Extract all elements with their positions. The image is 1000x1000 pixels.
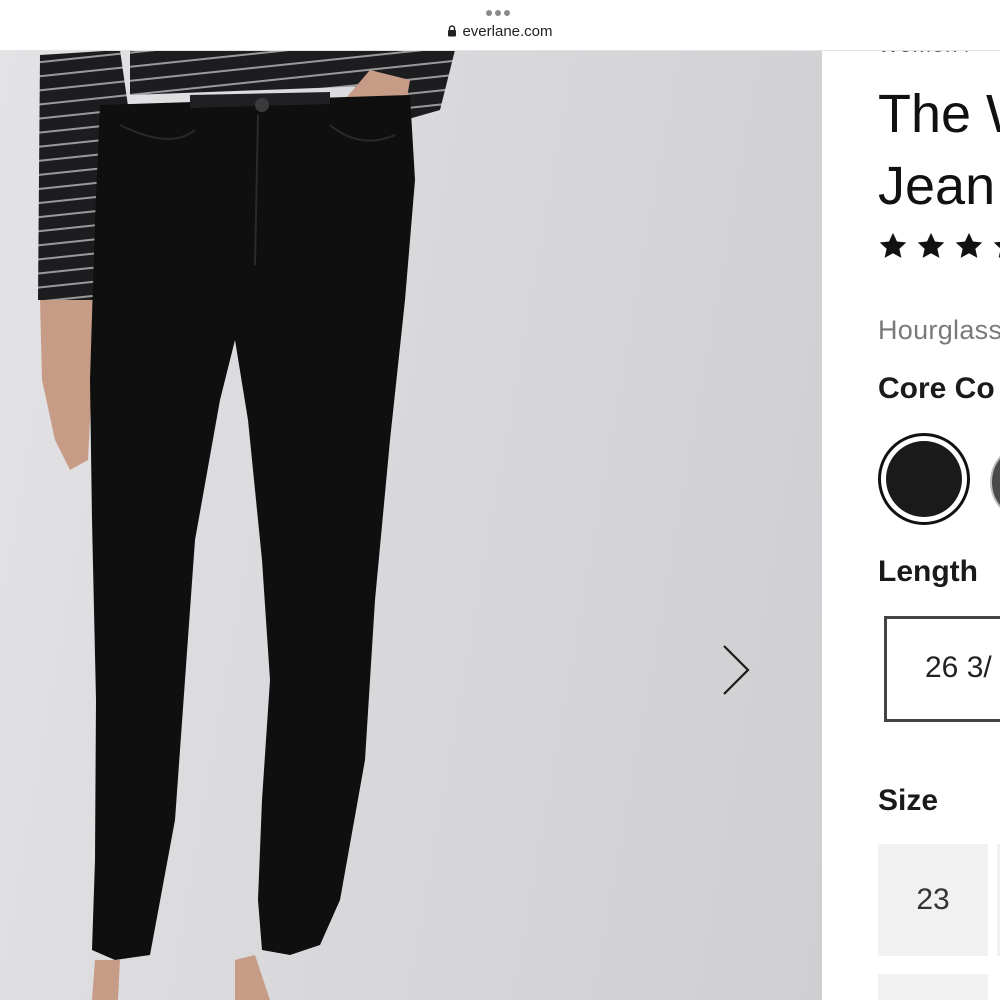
breadcrumb[interactable]: Women /	[878, 50, 973, 58]
star-icon	[879, 232, 907, 258]
length-option-label: 26 3/	[925, 651, 992, 684]
product-title: The W Jean	[878, 78, 1000, 222]
size-option-row-2[interactable]	[878, 974, 988, 1000]
color-swatch-gray[interactable]	[990, 443, 1000, 521]
product-details-panel: Women / The W Jean Hourglass Core Co Len…	[822, 50, 1000, 1000]
color-swatch-black[interactable]	[878, 433, 970, 525]
star-icon	[993, 241, 1000, 258]
star-icon	[917, 232, 945, 258]
next-image-button[interactable]	[712, 640, 762, 700]
product-photo[interactable]	[0, 50, 822, 1000]
more-dots-icon[interactable]	[486, 10, 510, 16]
color-swatch-fill	[886, 441, 962, 517]
color-label: Core Co	[878, 372, 995, 405]
length-label: Length	[878, 555, 978, 588]
star-icon	[955, 232, 983, 258]
url-display[interactable]: everlane.com	[0, 23, 1000, 40]
length-option-selected[interactable]: 26 3/	[884, 616, 1000, 722]
chevron-right-icon	[723, 645, 750, 695]
rating-stars[interactable]	[878, 231, 1000, 261]
fit-description: Hourglass	[878, 315, 1000, 345]
product-photo-illustration	[38, 50, 455, 1000]
browser-address-bar[interactable]: everlane.com	[0, 0, 1000, 51]
lock-icon	[448, 25, 457, 37]
size-option-label: 23	[916, 883, 950, 916]
product-title-line-1: The W	[878, 84, 1000, 144]
product-title-line-2: Jean	[878, 156, 996, 216]
size-label: Size	[878, 784, 939, 817]
size-option-23[interactable]: 23	[878, 844, 988, 956]
url-text: everlane.com	[462, 23, 553, 40]
